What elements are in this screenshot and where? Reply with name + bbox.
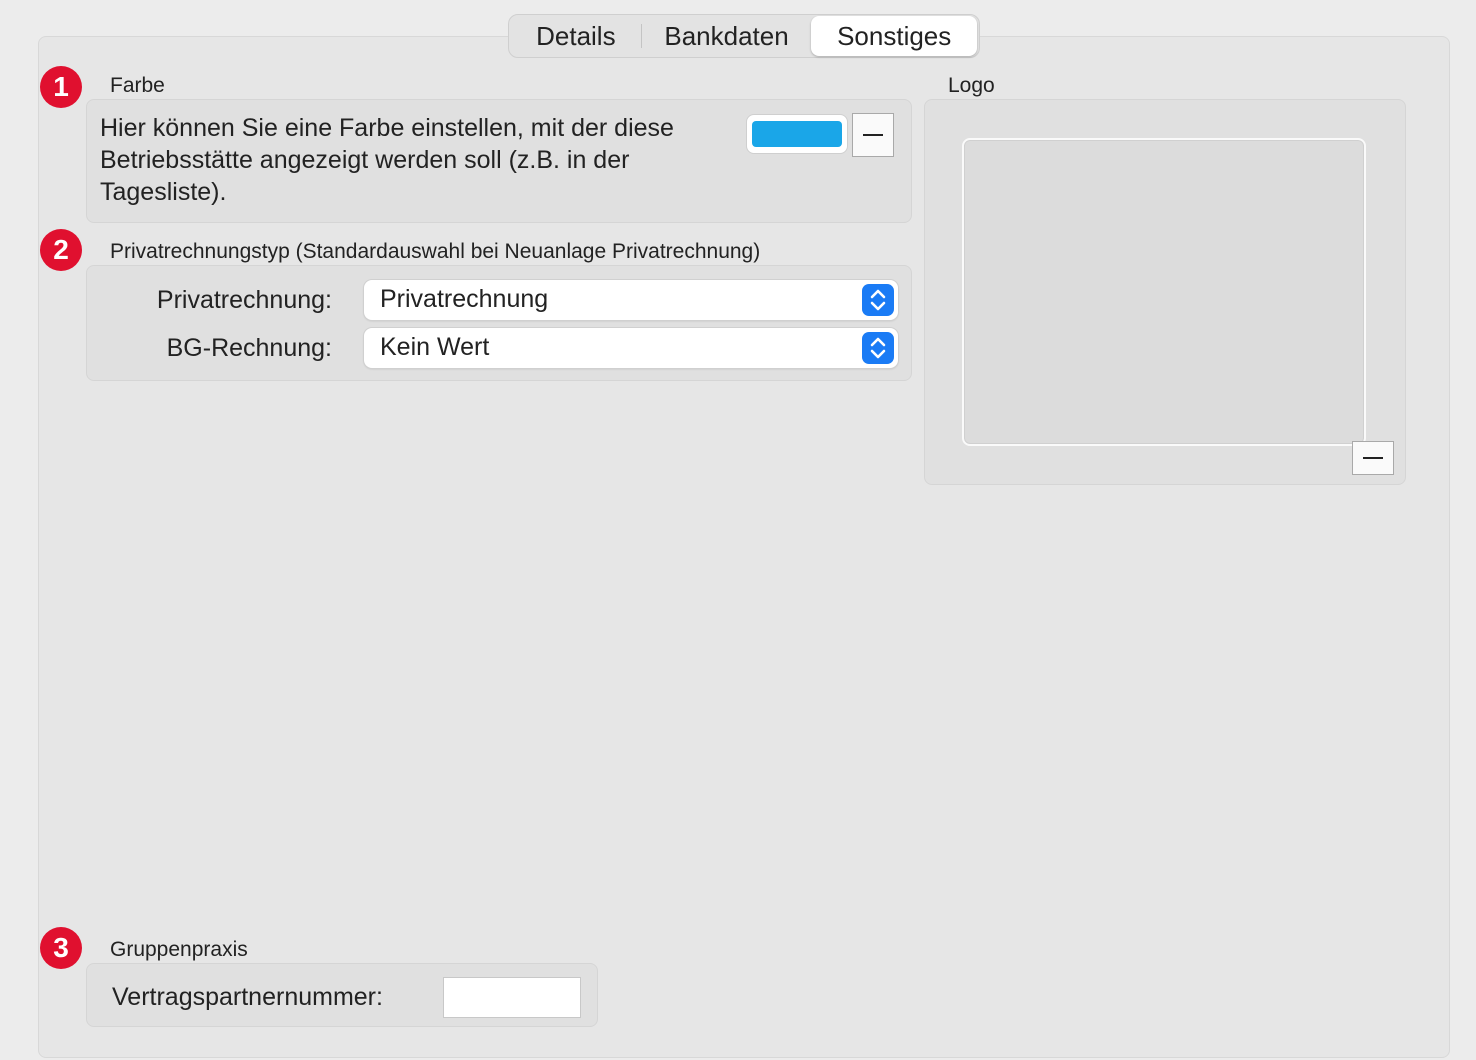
vertragspartnernummer-input[interactable] (443, 977, 581, 1018)
privatrechnung-select[interactable]: Privatrechnung (364, 280, 898, 320)
color-swatch (752, 121, 842, 147)
step-badge-1: 1 (40, 66, 82, 108)
gruppenpraxis-section-title: Gruppenpraxis (110, 938, 248, 961)
farbe-description: Hier können Sie eine Farbe einstellen, m… (100, 114, 674, 206)
logo-section-title: Logo (948, 74, 995, 97)
bg-rechnung-select-value: Kein Wert (380, 333, 490, 361)
tab-sonstiges[interactable]: Sonstiges (811, 16, 977, 56)
logo-image-well[interactable] (962, 138, 1366, 446)
privatrechnung-select-value: Privatrechnung (380, 285, 549, 313)
color-well[interactable] (746, 114, 848, 154)
privatrechnung-label: Privatrechnung: (156, 286, 332, 314)
bg-rechnung-select[interactable]: Kein Wert (364, 328, 898, 368)
step-badge-2: 2 (40, 229, 82, 271)
bg-rechnung-label: BG-Rechnung: (166, 334, 332, 362)
minus-icon (1363, 457, 1383, 459)
clear-color-button[interactable] (852, 113, 894, 157)
select-stepper-icon (862, 284, 894, 316)
farbe-section-title: Farbe (110, 74, 165, 97)
select-stepper-icon (862, 332, 894, 364)
segmented-tab-control: Details Bankdaten Sonstiges (508, 14, 980, 58)
vertragspartnernummer-label: Vertragspartnernummer: (112, 983, 383, 1011)
step-badge-3: 3 (40, 927, 82, 969)
tab-bankdaten[interactable]: Bankdaten (642, 16, 812, 56)
privatrechnungstyp-section-title: Privatrechnungstyp (Standardauswahl bei … (110, 240, 761, 263)
clear-logo-button[interactable] (1352, 441, 1394, 475)
tab-details[interactable]: Details (511, 16, 641, 56)
minus-icon (863, 134, 883, 136)
